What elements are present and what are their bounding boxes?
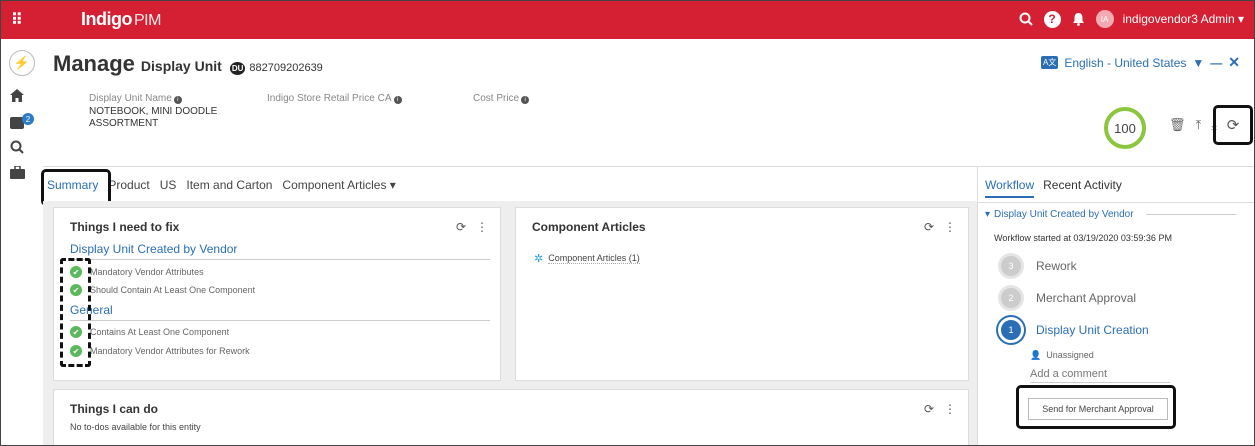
tab-item-and-carton[interactable]: Item and Carton xyxy=(186,178,272,192)
fix-item: ✔ Should Contain At Least One Component xyxy=(70,284,255,296)
minimize-icon[interactable]: — xyxy=(1210,56,1222,70)
fix-card-title: Things I need to fix xyxy=(70,220,180,234)
tab-product[interactable]: Product xyxy=(108,178,149,192)
field-display-unit-name: Display Unit Name i NOTEBOOK, MINI DOODLE… xyxy=(89,93,219,130)
fix-item: ✔ Contains At Least One Component xyxy=(70,326,229,338)
notification-badge: 2 xyxy=(22,113,34,125)
highlight-checks xyxy=(60,258,91,367)
briefcase-icon[interactable] xyxy=(10,165,25,183)
workflow-step-rework[interactable]: 3 Rework xyxy=(998,253,1077,279)
refresh-icon[interactable]: ⟳ xyxy=(924,402,934,416)
todo-empty-text: No to-dos available for this entity xyxy=(70,422,201,432)
todo-card-title: Things I can do xyxy=(70,402,159,416)
info-icon[interactable]: i xyxy=(173,96,182,104)
hierarchy-icon: ✲ xyxy=(534,253,544,265)
fix-card: Things I need to fix ⟳ ⋮ Display Unit Cr… xyxy=(53,207,501,381)
more-icon[interactable]: ⋮ xyxy=(476,220,488,234)
home-icon[interactable] xyxy=(10,89,24,106)
divider xyxy=(1145,214,1236,215)
top-bar: ⠿ Indigo PIM ? IA indigovendor3 Admin ▾ xyxy=(1,1,1254,39)
tab-us[interactable]: US xyxy=(160,178,177,192)
refresh-icon[interactable]: ⟳ xyxy=(1213,105,1253,145)
step-label: Merchant Approval xyxy=(1036,291,1137,305)
chevron-down-icon[interactable]: ▼ xyxy=(1192,56,1204,70)
info-icon[interactable]: i xyxy=(521,96,530,104)
card-tools: ⟳ ⋮ xyxy=(924,402,956,416)
translate-icon: A文 xyxy=(1040,56,1059,69)
app-window: ⠿ Indigo PIM ? IA indigovendor3 Admin ▾ ⚡… xyxy=(0,0,1255,446)
card-tools: ⟳ ⋮ xyxy=(924,220,956,234)
step-number: 1 xyxy=(998,317,1024,343)
search-icon[interactable] xyxy=(1018,11,1035,28)
title-entity: Display Unit xyxy=(140,58,222,74)
entity-actions: 🗑 ⤒ ⤓ xyxy=(1169,117,1217,133)
workflow-section-title: Display Unit Created by Vendor xyxy=(994,209,1134,220)
workflow-step-display-unit-creation[interactable]: 1 Display Unit Creation xyxy=(998,317,1149,343)
type-badge: DU xyxy=(229,62,246,75)
workflow-step-merchant-approval[interactable]: 2 Merchant Approval xyxy=(998,285,1136,311)
bell-icon[interactable] xyxy=(1070,11,1087,28)
summary-content: Things I need to fix ⟳ ⋮ Display Unit Cr… xyxy=(43,201,977,445)
tab-recent-activity[interactable]: Recent Activity xyxy=(1043,178,1122,198)
more-icon[interactable]: ⋮ xyxy=(944,220,956,234)
field-label: Cost Price xyxy=(473,93,520,104)
top-bar-actions: ? IA indigovendor3 Admin ▾ xyxy=(1018,10,1244,28)
language-label: English - United States xyxy=(1064,55,1187,70)
workflow-section[interactable]: ▾ Display Unit Created by Vendor xyxy=(985,209,1236,220)
divider xyxy=(978,202,1254,203)
step-number: 2 xyxy=(998,285,1024,311)
user-menu[interactable]: indigovendor3 Admin ▾ xyxy=(1123,12,1244,26)
component-articles-link[interactable]: ✲ Component Articles (1) xyxy=(534,252,640,265)
field-retail-price: Indigo Store Retail Price CA i xyxy=(267,93,402,104)
refresh-icon[interactable]: ⟳ xyxy=(924,220,934,234)
left-rail: ⚡ 2 xyxy=(1,39,43,445)
language-selector[interactable]: A文 English - United States ▼ — ✕ xyxy=(1040,54,1240,71)
tab-workflow[interactable]: Workflow xyxy=(985,178,1035,198)
step-number: 3 xyxy=(998,253,1024,279)
assignee[interactable]: 👤 Unassigned xyxy=(1030,350,1094,361)
field-cost-price: Cost Price i xyxy=(473,93,530,104)
step-label: Display Unit Creation xyxy=(1036,323,1149,337)
field-label: Indigo Store Retail Price CA xyxy=(267,93,392,104)
workflow-tabs: Workflow Recent Activity xyxy=(985,178,1122,198)
step-label: Rework xyxy=(1036,259,1077,273)
app-logo[interactable]: Indigo PIM xyxy=(81,9,161,30)
page-title: Manage Display Unit DU 882709202639 xyxy=(53,51,323,77)
search-icon[interactable] xyxy=(10,140,24,158)
close-icon[interactable]: ✕ xyxy=(1228,54,1240,71)
more-icon[interactable]: ⋮ xyxy=(944,402,956,416)
avatar[interactable]: IA xyxy=(1095,10,1114,28)
info-icon[interactable]: i xyxy=(393,96,402,104)
tab-component-articles[interactable]: Component Articles ▾ xyxy=(282,178,395,192)
logo-text: Indigo xyxy=(81,9,132,29)
todo-card: Things I can do ⟳ ⋮ No to-dos available … xyxy=(53,389,969,445)
upload-icon[interactable]: ⤒ xyxy=(1196,117,1202,133)
fix-section-title[interactable]: General xyxy=(70,303,490,321)
logo-suffix: PIM xyxy=(133,12,161,29)
fix-item: ✔ Mandatory Vendor Attributes for Rework xyxy=(70,345,250,357)
fix-section-title[interactable]: Display Unit Created by Vendor xyxy=(70,242,490,260)
comment-input[interactable]: Add a comment xyxy=(1030,368,1170,383)
grid-icon[interactable]: ⠿ xyxy=(11,10,23,30)
completeness-score: 100 xyxy=(1104,107,1146,149)
component-card-title: Component Articles xyxy=(532,220,646,234)
workflow-started: Workflow started at 03/19/2020 03:59:36 … xyxy=(994,233,1172,243)
lightning-icon[interactable]: ⚡ xyxy=(9,50,35,76)
entity-code: 882709202639 xyxy=(249,62,323,74)
card-tools: ⟳ ⋮ xyxy=(456,220,488,234)
component-card: Component Articles ⟳ ⋮ ✲ Component Artic… xyxy=(515,207,969,381)
trash-icon[interactable]: 🗑 xyxy=(1169,117,1186,133)
refresh-icon[interactable]: ⟳ xyxy=(456,220,466,234)
highlight-send-button xyxy=(1016,385,1176,429)
field-value: NOTEBOOK, MINI DOODLE ASSORTMENT xyxy=(89,106,218,129)
field-label: Display Unit Name xyxy=(89,93,172,104)
user-icon: 👤 xyxy=(1030,350,1042,360)
help-icon[interactable]: ? xyxy=(1043,10,1061,28)
title-manage: Manage xyxy=(53,51,135,76)
caret-down-icon: ▾ xyxy=(985,209,991,220)
